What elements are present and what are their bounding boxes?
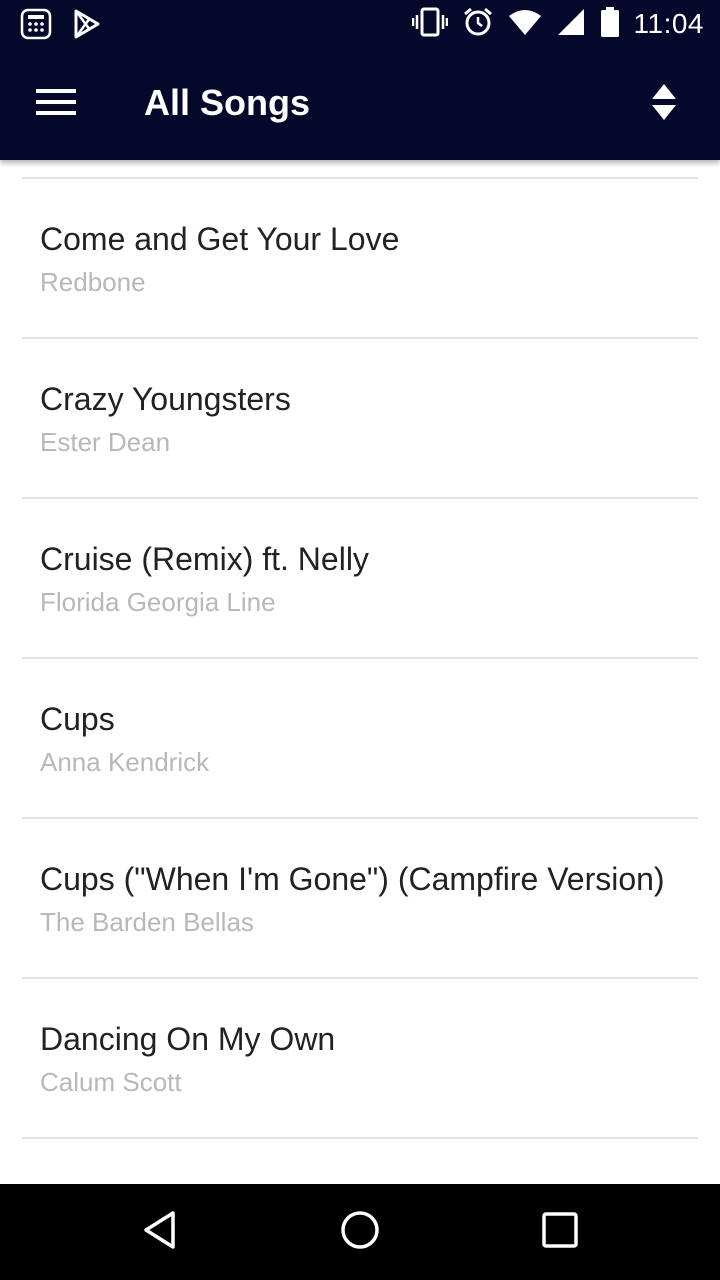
song-title: Dancing On My Own [40,1021,336,1057]
list-item[interactable]: Crazy Youngsters Ester Dean [0,339,720,497]
menu-button[interactable] [28,78,84,130]
page-title: All Songs [144,82,311,123]
back-button[interactable] [130,1202,190,1262]
sort-icon [651,83,677,126]
song-title: Cups [40,701,115,737]
song-artist: The Barden Bellas [40,907,254,937]
song-title: Come and Get Your Love [40,221,400,257]
alarm-icon [462,6,494,43]
list-item[interactable]: Cruise (Remix) ft. Nelly Florida Georgia… [0,499,720,657]
song-artist: Ester Dean [40,427,171,457]
status-right-icons: 11:04 [411,6,705,43]
vibrate-icon [411,7,448,42]
list-item[interactable]: Cups Anna Kendrick [0,659,720,817]
list-item[interactable]: Come and Get Your Love Redbone [0,179,720,337]
song-artist: Anna Kendrick [40,747,210,777]
song-list[interactable]: Come and Get Your Love Redbone Crazy You… [0,160,720,1184]
list-item[interactable]: Dancing On My Own Calum Scott [0,979,720,1137]
hamburger-menu-icon [36,87,76,122]
home-icon [339,1209,381,1256]
battery-icon [600,6,620,43]
signal-icon [556,7,586,42]
list-item[interactable]: Cups ("When I'm Gone") (Campfire Version… [0,819,720,977]
app-bar: All Songs [0,48,720,160]
navigation-bar [0,1184,720,1280]
back-icon [140,1209,180,1256]
play-store-icon [72,8,102,45]
status-left-icons [20,8,102,45]
home-button[interactable] [330,1202,390,1262]
recents-button[interactable] [530,1202,590,1262]
recents-icon [541,1211,579,1254]
song-artist: Calum Scott [40,1067,182,1097]
song-title: Cruise (Remix) ft. Nelly [40,541,369,577]
calculator-icon [20,8,52,45]
song-title: Cups ("When I'm Gone") (Campfire Version… [40,861,665,897]
status-bar: 11:04 [0,0,720,48]
song-artist: Florida Georgia Line [40,587,276,617]
song-artist: Redbone [40,267,146,297]
status-time: 11:04 [633,8,704,39]
wifi-icon [508,8,542,41]
sort-button[interactable] [636,78,692,130]
song-title: Crazy Youngsters [40,381,291,417]
list-divider [22,1137,698,1139]
